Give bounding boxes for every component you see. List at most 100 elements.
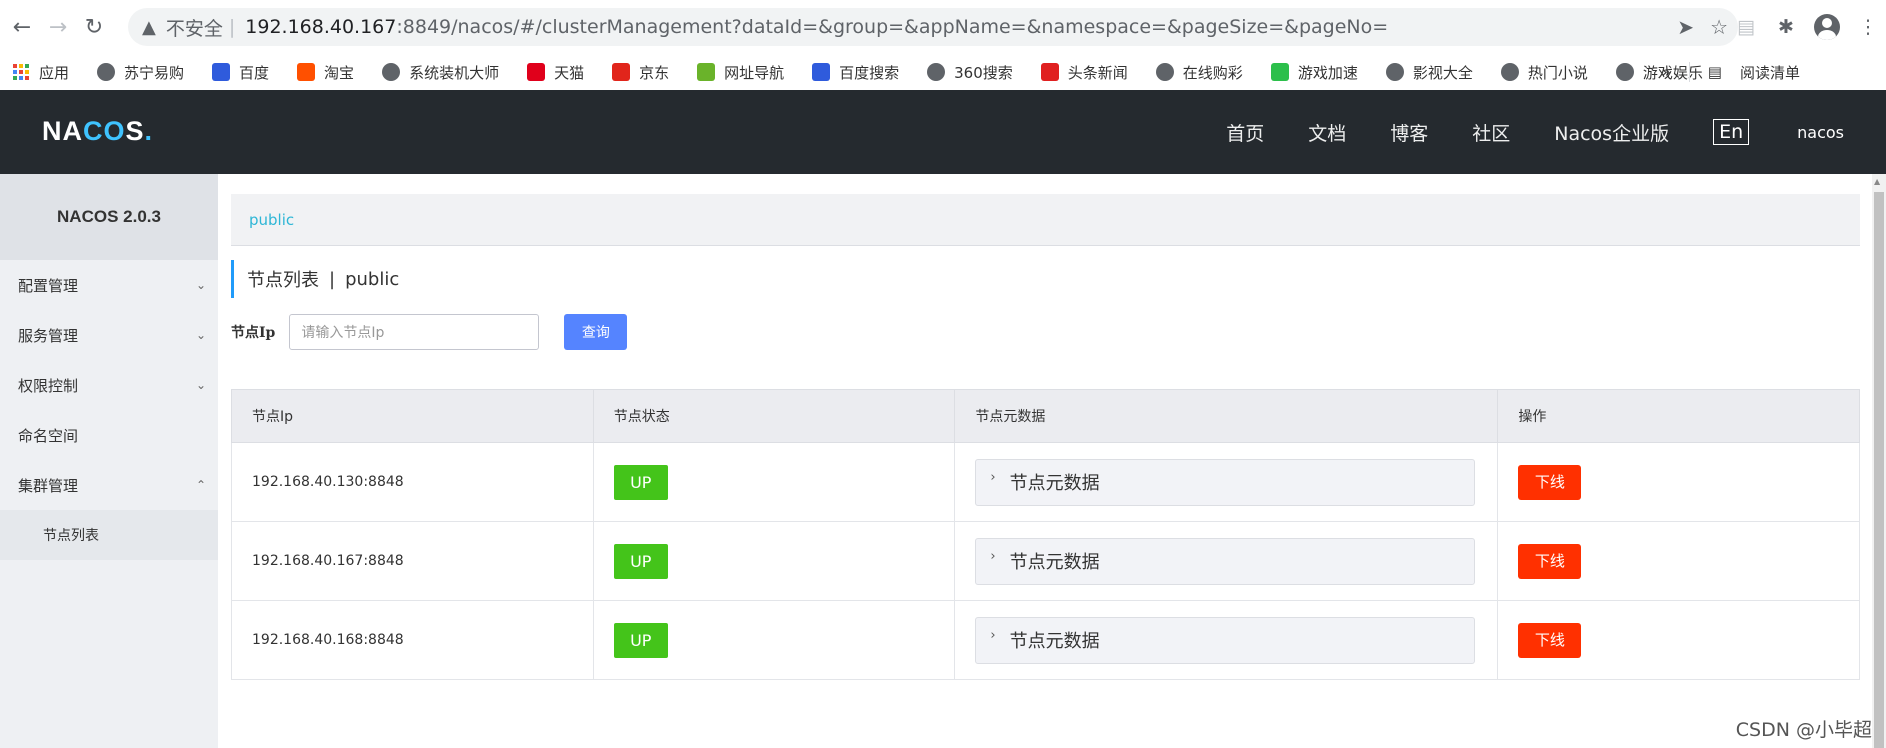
bookmark-item[interactable]: 热门小说 [1500, 62, 1588, 83]
sidebar-item-namespace[interactable]: 命名空间 [0, 410, 218, 460]
reload-icon[interactable]: ↻ [76, 9, 112, 45]
bookmark-item[interactable]: 应用 [12, 62, 69, 83]
namespace-link[interactable]: public [249, 211, 294, 229]
sidebar: NACOS 2.0.3 配置管理 ⌄ 服务管理 ⌄ 权限控制 ⌄ 命名空间 集群… [0, 174, 218, 748]
node-ip-label: 节点Ip [231, 325, 276, 341]
taobao-icon [297, 63, 316, 81]
profile-avatar-icon[interactable] [1814, 14, 1840, 40]
top-navigation: NACOS. 首页 文档 博客 社区 Nacos企业版 En nacos [0, 90, 1886, 174]
chevron-right-icon: › [990, 627, 996, 643]
bookmark-item[interactable]: 360搜索 [927, 62, 1013, 83]
bookmark-item[interactable]: 系统装机大师 [382, 62, 499, 83]
menu-dots-icon[interactable]: ⋮ [1856, 15, 1880, 39]
column-header-actions: 操作 [1497, 389, 1860, 443]
warning-icon[interactable]: ▲ [142, 17, 156, 38]
table-header-row: 节点Ip 节点状态 节点元数据 操作 [231, 389, 1860, 443]
page-title-separator: | [329, 268, 336, 290]
bookmark-item[interactable]: 在线购彩 [1155, 62, 1243, 83]
bookmark-item[interactable]: 头条新闻 [1040, 62, 1128, 83]
bookmark-item[interactable]: 影视大全 [1385, 62, 1473, 83]
nacos-logo[interactable]: NACOS. [42, 116, 153, 147]
sidebar-subitem-node-list[interactable]: 节点列表 [0, 510, 218, 560]
bookmark-item[interactable]: 苏宁易购 [97, 62, 184, 83]
reader-mode-icon[interactable]: ▤ [1734, 15, 1758, 39]
offline-button[interactable]: 下线 [1518, 543, 1582, 579]
url-separator: | [228, 16, 236, 38]
bookmark-label: 在线购彩 [1182, 63, 1243, 82]
url-host: 192.168.40.167 [245, 16, 397, 38]
bookmark-item[interactable]: 网址导航 [697, 62, 784, 83]
scrollbar-thumb[interactable] [1874, 192, 1884, 748]
bookmark-item[interactable]: 京东 [612, 62, 669, 83]
baidu-paw-icon [212, 63, 231, 81]
offline-button[interactable]: 下线 [1518, 464, 1582, 500]
bookmark-item[interactable]: 百度 [212, 62, 269, 83]
globe-icon [927, 63, 946, 81]
sidebar-item-config[interactable]: 配置管理 ⌄ [0, 260, 218, 310]
column-header-node-metadata: 节点元数据 [954, 389, 1499, 443]
bookmark-star-icon[interactable]: ☆ [1710, 15, 1728, 39]
metadata-collapse[interactable]: › 节点元数据 [975, 616, 1476, 664]
metadata-collapse[interactable]: › 节点元数据 [975, 458, 1476, 506]
metadata-label: 节点元数据 [1009, 631, 1100, 652]
scroll-up-icon[interactable]: ▲ [1874, 177, 1880, 186]
address-bar[interactable]: ▲ 不安全 | 192.168.40.167:8849/nacos/#/clus… [128, 8, 1738, 46]
bookmark-label: 系统装机大师 [409, 63, 500, 82]
node-ip-cell: 192.168.40.168:8848 [231, 600, 594, 680]
globe-icon [1615, 63, 1634, 81]
page-scrollbar[interactable]: ▲ [1872, 174, 1886, 748]
language-toggle-button[interactable]: En [1713, 119, 1750, 145]
bookmark-label: 网址导航 [724, 63, 785, 82]
share-icon[interactable]: ➤ [1677, 15, 1694, 39]
page-title-text: 节点列表 [247, 270, 319, 291]
globe-icon [382, 63, 401, 81]
chevron-down-icon: ⌄ [195, 378, 206, 392]
watermark: CSDN @小毕超 [1735, 719, 1872, 741]
nav-community[interactable]: 社区 [1472, 119, 1510, 146]
chevron-right-icon: › [990, 469, 996, 485]
sidebar-item-cluster[interactable]: 集群管理 ⌃ [0, 460, 218, 510]
bookmark-label: 百度 [239, 63, 270, 82]
node-ip-cell: 192.168.40.130:8848 [231, 442, 594, 522]
status-badge: UP [613, 622, 668, 658]
bookmark-item[interactable]: 百度搜索 [812, 62, 899, 83]
extensions-icon[interactable]: ✱ [1774, 15, 1798, 39]
table-row: 192.168.40.130:8848 UP › 节点元数据 下线 [231, 442, 1860, 522]
dongfang-icon [1040, 63, 1059, 81]
bookmark-label: 头条新闻 [1067, 63, 1128, 82]
node-ip-input[interactable]: 请输入节点Ip [289, 314, 540, 350]
bookmark-item[interactable]: 淘宝 [297, 62, 354, 83]
nav-blog[interactable]: 博客 [1390, 119, 1428, 146]
bookmark-label: 影视大全 [1412, 63, 1473, 82]
nav-enterprise[interactable]: Nacos企业版 [1554, 119, 1669, 146]
bookmark-item[interactable]: 游戏加速 [1270, 62, 1358, 83]
nav-docs[interactable]: 文档 [1308, 119, 1346, 146]
bookmarks-bar: 应用 苏宁易购 百度 淘宝 系统装机大师 天猫 京东 网址导航 百度搜索 360搜索 头条新闻 在线购… [0, 54, 1886, 90]
jd-icon [612, 63, 631, 81]
table-row: 192.168.40.167:8848 UP › 节点元数据 下线 [231, 521, 1860, 601]
nav-home[interactable]: 首页 [1226, 119, 1264, 146]
bookmarks-overflow-button[interactable]: » [1662, 63, 1671, 81]
query-button[interactable]: 查询 [564, 314, 628, 350]
node-ip-cell: 192.168.40.167:8848 [231, 521, 594, 601]
sidebar-item-auth[interactable]: 权限控制 ⌄ [0, 360, 218, 410]
forward-icon[interactable]: → [40, 9, 76, 45]
sidebar-item-service[interactable]: 服务管理 ⌄ [0, 310, 218, 360]
bookmark-item[interactable]: 天猫 [527, 62, 584, 83]
baidu-paw-icon [812, 63, 831, 81]
reading-list-icon[interactable]: ▤ [1708, 63, 1722, 81]
chevron-down-icon: ⌄ [195, 328, 206, 342]
sidebar-title: NACOS 2.0.3 [0, 174, 218, 260]
chevron-down-icon: ⌄ [195, 278, 206, 292]
browser-toolbar: ← → ↻ ▲ 不安全 | 192.168.40.167:8849/nacos/… [0, 0, 1886, 54]
globe-icon [1500, 63, 1519, 81]
bookmark-label: 360搜索 [954, 63, 1013, 82]
reading-list-label[interactable]: 阅读清单 [1740, 62, 1800, 83]
offline-button[interactable]: 下线 [1518, 622, 1582, 658]
user-menu[interactable]: nacos [1797, 123, 1844, 142]
bookmark-label: 百度搜索 [839, 63, 900, 82]
table-row: 192.168.40.168:8848 UP › 节点元数据 下线 [231, 600, 1860, 680]
back-icon[interactable]: ← [4, 9, 40, 45]
bookmark-label: 苏宁易购 [124, 63, 185, 82]
metadata-collapse[interactable]: › 节点元数据 [975, 537, 1476, 585]
